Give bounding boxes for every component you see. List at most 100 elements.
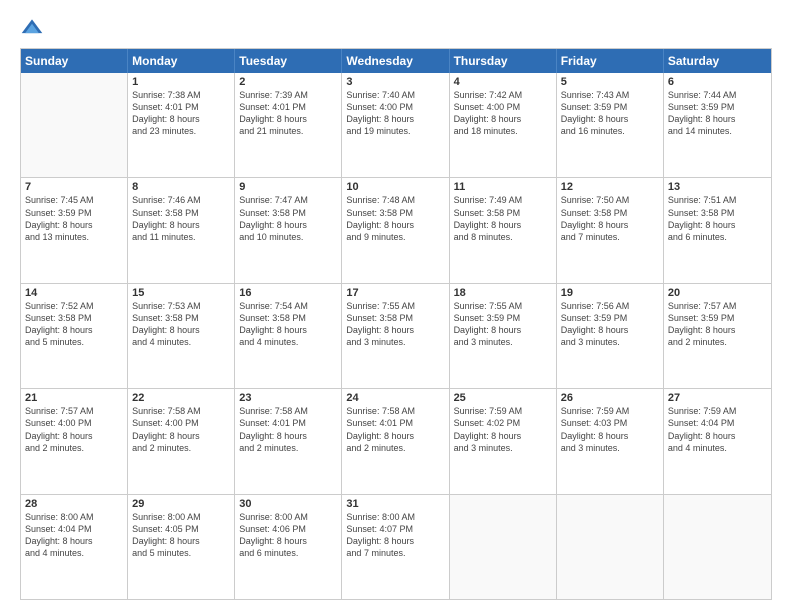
cal-cell-r1-c2: 9Sunrise: 7:47 AMSunset: 3:58 PMDaylight… <box>235 178 342 282</box>
cell-line: Daylight: 8 hours <box>668 219 767 231</box>
cell-line: and 21 minutes. <box>239 125 337 137</box>
day-number: 29 <box>132 498 230 510</box>
day-number: 16 <box>239 287 337 299</box>
cell-line: Sunrise: 7:57 AM <box>25 405 123 417</box>
day-number: 9 <box>239 181 337 193</box>
cell-line: Daylight: 8 hours <box>346 113 444 125</box>
cell-line: and 18 minutes. <box>454 125 552 137</box>
day-number: 5 <box>561 76 659 88</box>
cell-line: and 19 minutes. <box>346 125 444 137</box>
page: SundayMondayTuesdayWednesdayThursdayFrid… <box>0 0 792 612</box>
cell-line: Sunset: 3:59 PM <box>454 312 552 324</box>
cell-line: and 7 minutes. <box>561 231 659 243</box>
cell-line: and 23 minutes. <box>132 125 230 137</box>
cell-line: Sunrise: 7:58 AM <box>239 405 337 417</box>
cell-line: Daylight: 8 hours <box>561 113 659 125</box>
cell-line: Daylight: 8 hours <box>668 113 767 125</box>
cell-line: Sunset: 3:58 PM <box>454 207 552 219</box>
cell-line: Daylight: 8 hours <box>454 324 552 336</box>
day-number: 21 <box>25 392 123 404</box>
cell-line: Daylight: 8 hours <box>132 324 230 336</box>
cell-line: Sunset: 4:01 PM <box>239 417 337 429</box>
cell-line: Sunset: 3:58 PM <box>346 207 444 219</box>
cal-cell-r0-c5: 5Sunrise: 7:43 AMSunset: 3:59 PMDaylight… <box>557 73 664 177</box>
cal-cell-r0-c3: 3Sunrise: 7:40 AMSunset: 4:00 PMDaylight… <box>342 73 449 177</box>
day-number: 18 <box>454 287 552 299</box>
cal-cell-r2-c6: 20Sunrise: 7:57 AMSunset: 3:59 PMDayligh… <box>664 284 771 388</box>
cal-cell-r1-c3: 10Sunrise: 7:48 AMSunset: 3:58 PMDayligh… <box>342 178 449 282</box>
cell-line: and 13 minutes. <box>25 231 123 243</box>
cell-line: and 4 minutes. <box>668 442 767 454</box>
cell-line: Sunrise: 7:49 AM <box>454 194 552 206</box>
cal-cell-r4-c3: 31Sunrise: 8:00 AMSunset: 4:07 PMDayligh… <box>342 495 449 599</box>
day-number: 6 <box>668 76 767 88</box>
cell-line: Sunset: 3:59 PM <box>668 312 767 324</box>
cell-line: Daylight: 8 hours <box>668 324 767 336</box>
cal-cell-r2-c0: 14Sunrise: 7:52 AMSunset: 3:58 PMDayligh… <box>21 284 128 388</box>
cell-line: Sunset: 4:01 PM <box>132 101 230 113</box>
cell-line: Sunset: 3:59 PM <box>25 207 123 219</box>
day-number: 26 <box>561 392 659 404</box>
cell-line: Daylight: 8 hours <box>346 535 444 547</box>
cal-cell-r3-c5: 26Sunrise: 7:59 AMSunset: 4:03 PMDayligh… <box>557 389 664 493</box>
calendar-row-1: 7Sunrise: 7:45 AMSunset: 3:59 PMDaylight… <box>21 177 771 282</box>
day-number: 31 <box>346 498 444 510</box>
cell-line: and 2 minutes. <box>668 336 767 348</box>
cal-cell-r2-c5: 19Sunrise: 7:56 AMSunset: 3:59 PMDayligh… <box>557 284 664 388</box>
day-number: 20 <box>668 287 767 299</box>
cal-cell-r2-c1: 15Sunrise: 7:53 AMSunset: 3:58 PMDayligh… <box>128 284 235 388</box>
cell-line: and 3 minutes. <box>346 336 444 348</box>
header-day-saturday: Saturday <box>664 49 771 73</box>
calendar-row-4: 28Sunrise: 8:00 AMSunset: 4:04 PMDayligh… <box>21 494 771 599</box>
cal-cell-r1-c0: 7Sunrise: 7:45 AMSunset: 3:59 PMDaylight… <box>21 178 128 282</box>
day-number: 11 <box>454 181 552 193</box>
header <box>20 16 772 40</box>
header-day-sunday: Sunday <box>21 49 128 73</box>
cell-line: Daylight: 8 hours <box>25 324 123 336</box>
cell-line: Sunrise: 7:54 AM <box>239 300 337 312</box>
cal-cell-r3-c4: 25Sunrise: 7:59 AMSunset: 4:02 PMDayligh… <box>450 389 557 493</box>
cell-line: Sunrise: 7:56 AM <box>561 300 659 312</box>
header-day-thursday: Thursday <box>450 49 557 73</box>
cell-line: and 2 minutes. <box>25 442 123 454</box>
cell-line: and 4 minutes. <box>239 336 337 348</box>
cal-cell-r3-c3: 24Sunrise: 7:58 AMSunset: 4:01 PMDayligh… <box>342 389 449 493</box>
cell-line: Daylight: 8 hours <box>454 113 552 125</box>
cell-line: Sunrise: 7:58 AM <box>132 405 230 417</box>
cell-line: Sunrise: 7:42 AM <box>454 89 552 101</box>
cell-line: Daylight: 8 hours <box>132 219 230 231</box>
cell-line: Sunset: 3:58 PM <box>25 312 123 324</box>
cell-line: and 6 minutes. <box>239 547 337 559</box>
day-number: 14 <box>25 287 123 299</box>
cal-cell-r1-c6: 13Sunrise: 7:51 AMSunset: 3:58 PMDayligh… <box>664 178 771 282</box>
day-number: 8 <box>132 181 230 193</box>
day-number: 19 <box>561 287 659 299</box>
cal-cell-r3-c0: 21Sunrise: 7:57 AMSunset: 4:00 PMDayligh… <box>21 389 128 493</box>
cell-line: Sunrise: 7:51 AM <box>668 194 767 206</box>
day-number: 12 <box>561 181 659 193</box>
day-number: 27 <box>668 392 767 404</box>
cell-line: Daylight: 8 hours <box>25 430 123 442</box>
day-number: 23 <box>239 392 337 404</box>
calendar-row-0: 1Sunrise: 7:38 AMSunset: 4:01 PMDaylight… <box>21 73 771 177</box>
cell-line: Sunrise: 7:59 AM <box>668 405 767 417</box>
cal-cell-r0-c0 <box>21 73 128 177</box>
cell-line: Sunset: 3:58 PM <box>346 312 444 324</box>
cal-cell-r2-c4: 18Sunrise: 7:55 AMSunset: 3:59 PMDayligh… <box>450 284 557 388</box>
cell-line: and 4 minutes. <box>25 547 123 559</box>
day-number: 28 <box>25 498 123 510</box>
day-number: 2 <box>239 76 337 88</box>
cell-line: and 2 minutes. <box>132 442 230 454</box>
cal-cell-r2-c3: 17Sunrise: 7:55 AMSunset: 3:58 PMDayligh… <box>342 284 449 388</box>
cell-line: Sunrise: 7:38 AM <box>132 89 230 101</box>
cell-line: Sunset: 4:00 PM <box>25 417 123 429</box>
cell-line: and 5 minutes. <box>25 336 123 348</box>
cell-line: Sunset: 4:04 PM <box>668 417 767 429</box>
logo-icon <box>20 16 44 40</box>
header-day-friday: Friday <box>557 49 664 73</box>
cell-line: Sunset: 4:00 PM <box>346 101 444 113</box>
cell-line: Daylight: 8 hours <box>346 430 444 442</box>
cell-line: Sunrise: 8:00 AM <box>132 511 230 523</box>
day-number: 10 <box>346 181 444 193</box>
cal-cell-r0-c4: 4Sunrise: 7:42 AMSunset: 4:00 PMDaylight… <box>450 73 557 177</box>
